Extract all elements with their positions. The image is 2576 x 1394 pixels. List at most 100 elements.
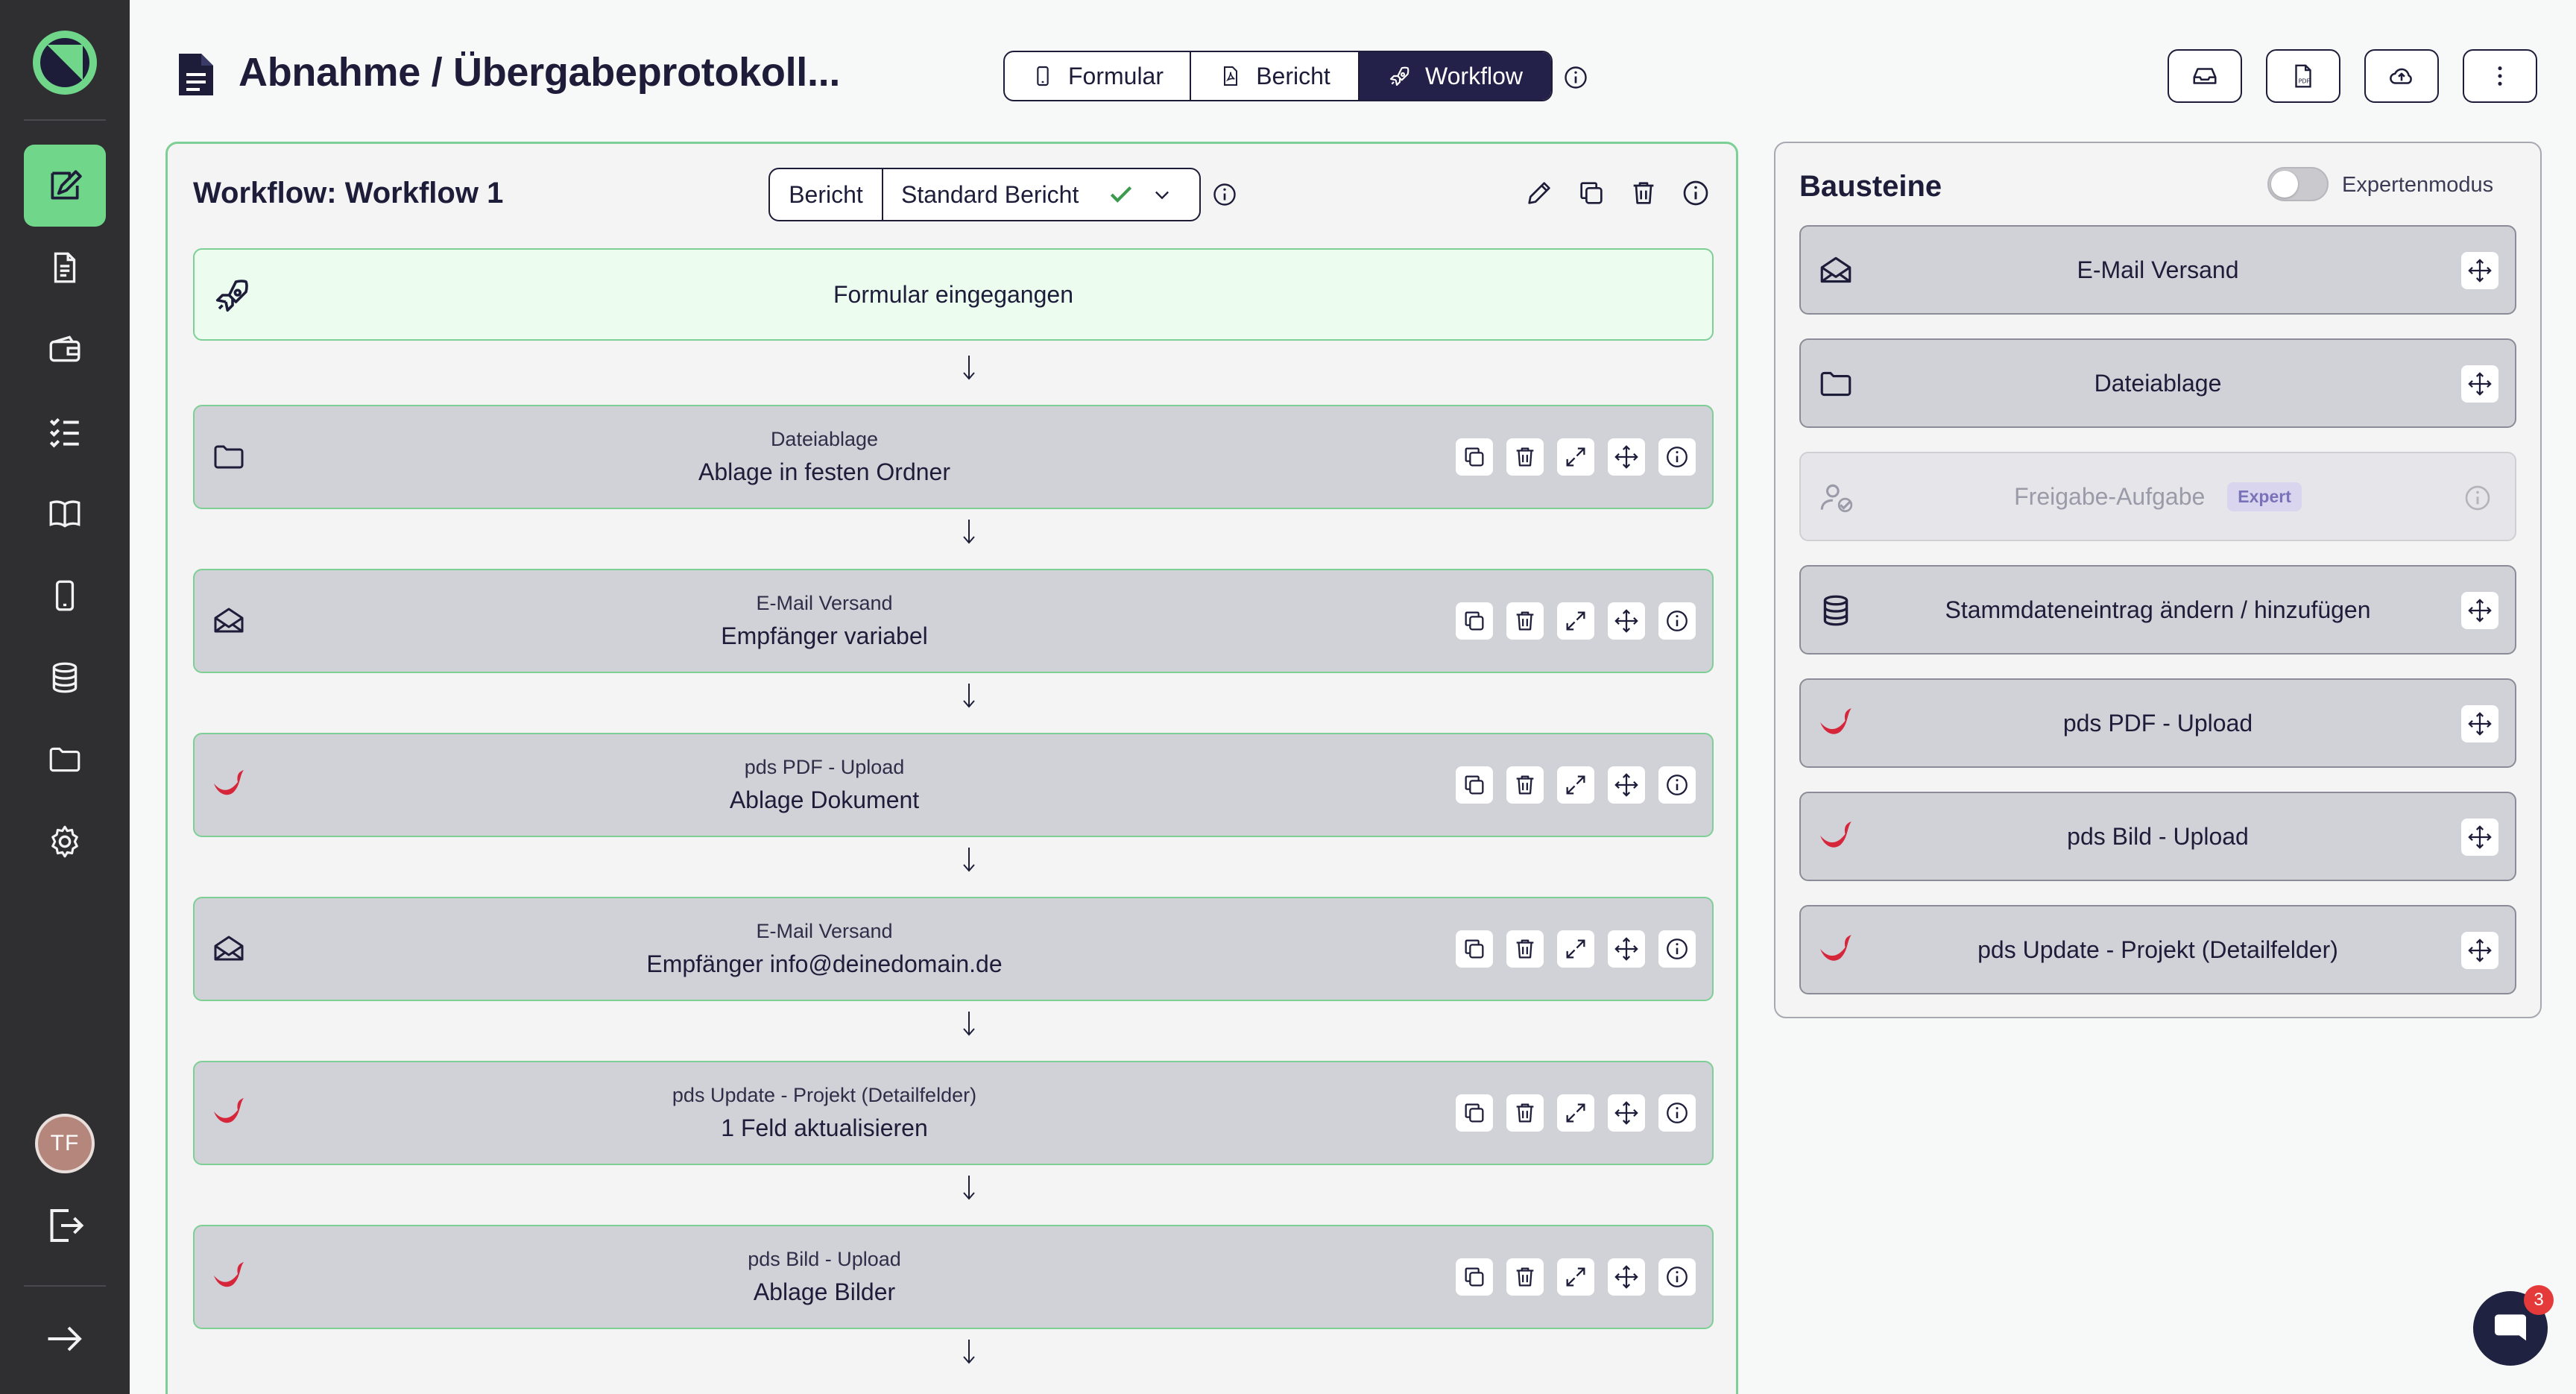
copy-button[interactable] (1456, 1258, 1493, 1296)
view-tabs: Formular Bericht Workflow (1003, 51, 1553, 101)
report-value: Standard Bericht (901, 180, 1079, 208)
inbox-button[interactable] (2168, 49, 2242, 103)
trash-icon[interactable] (1629, 178, 1658, 208)
sidebar-item-library[interactable] (24, 473, 106, 555)
move-icon (2467, 258, 2493, 283)
info-button[interactable] (1658, 1258, 1696, 1296)
drag-handle[interactable] (2461, 252, 2498, 289)
tab-formular[interactable]: Formular (1005, 52, 1191, 100)
delete-button[interactable] (1506, 930, 1544, 968)
info-icon[interactable] (1211, 181, 1238, 208)
logout-icon[interactable] (42, 1203, 87, 1248)
info-icon[interactable] (1562, 64, 1589, 91)
drag-handle[interactable] (2461, 592, 2498, 629)
info-button[interactable] (1658, 1094, 1696, 1132)
tab-label: Workflow (1425, 62, 1523, 89)
copy-icon (1462, 1264, 1487, 1290)
baustein-label: Freigabe-Aufgabe (2014, 482, 2206, 510)
baustein-email[interactable]: E-Mail Versand (1799, 225, 2516, 315)
workflow-step[interactable]: Dateiablage Ablage in festen Ordner (193, 405, 1714, 509)
bausteine-title: Bausteine (1799, 170, 1942, 203)
drag-handle[interactable] (2461, 705, 2498, 742)
sidebar-item-forms[interactable] (24, 145, 106, 227)
rocket-icon (1388, 64, 1412, 88)
expand-button[interactable] (1557, 766, 1594, 804)
workflow-step[interactable]: pds Bild - Upload Ablage Bilder (193, 1225, 1714, 1329)
copy-button[interactable] (1456, 438, 1493, 476)
page-title: Abnahme / Übergabeprotokoll... (239, 50, 841, 95)
move-handle[interactable] (1608, 930, 1645, 968)
baustein-label: pds PDF - Upload (2062, 709, 2253, 737)
cloud-upload-button[interactable] (2364, 49, 2439, 103)
workflow-panel: Workflow: Workflow 1 Bericht Standard Be… (165, 142, 1738, 1394)
info-button[interactable] (1658, 766, 1696, 804)
move-handle[interactable] (1608, 602, 1645, 640)
sidebar-item-wallet[interactable] (24, 309, 106, 391)
delete-button[interactable] (1506, 438, 1544, 476)
copy-button[interactable] (1456, 930, 1493, 968)
info-button[interactable] (1658, 438, 1696, 476)
baustein-dateiablage[interactable]: Dateiablage (1799, 338, 2516, 428)
tab-bericht[interactable]: Bericht (1191, 52, 1360, 100)
app-logo-icon[interactable] (31, 28, 99, 97)
info-button[interactable] (1658, 602, 1696, 640)
delete-button[interactable] (1506, 602, 1544, 640)
move-handle[interactable] (1608, 1094, 1645, 1132)
step-actions (1456, 1258, 1696, 1296)
sidebar-item-tasks[interactable] (24, 391, 106, 473)
expand-button[interactable] (1557, 438, 1594, 476)
info-icon[interactable] (2463, 483, 2493, 513)
sidebar-item-files[interactable] (24, 719, 106, 801)
step-name: Ablage in festen Ordner (698, 458, 950, 485)
info-button[interactable] (1658, 930, 1696, 968)
sidebar-item-documents[interactable] (24, 227, 106, 309)
expand-button[interactable] (1557, 602, 1594, 640)
baustein-pds-bild[interactable]: pds Bild - Upload (1799, 792, 2516, 881)
sidebar-item-database[interactable] (24, 637, 106, 719)
report-label: Bericht (770, 169, 883, 220)
pdf-export-button[interactable]: PDF (2266, 49, 2340, 103)
report-dropdown[interactable]: Standard Bericht (883, 169, 1199, 220)
delete-button[interactable] (1506, 1094, 1544, 1132)
expand-button[interactable] (1557, 1258, 1594, 1296)
workflow-step[interactable]: pds Update - Projekt (Detailfelder) 1 Fe… (193, 1061, 1714, 1165)
trash-icon (1512, 936, 1538, 962)
tab-label: Bericht (1256, 62, 1330, 89)
expand-button[interactable] (1557, 930, 1594, 968)
expert-mode-toggle[interactable] (2267, 167, 2329, 201)
info-icon[interactable] (1681, 178, 1711, 208)
expand-button[interactable] (1557, 1094, 1594, 1132)
chevron-down-icon (1155, 191, 1169, 200)
tab-workflow[interactable]: Workflow (1360, 52, 1551, 100)
workflow-step[interactable]: E-Mail Versand Empfänger info@deinedomai… (193, 897, 1714, 1001)
move-handle[interactable] (1608, 766, 1645, 804)
baustein-stammdaten[interactable]: Stammdateneintrag ändern / hinzufügen (1799, 565, 2516, 655)
move-handle[interactable] (1608, 1258, 1645, 1296)
arrow-down-icon (958, 1337, 980, 1366)
move-icon (1614, 1100, 1639, 1126)
workflow-title: Workflow: Workflow 1 (193, 177, 504, 209)
move-handle[interactable] (1608, 438, 1645, 476)
copy-button[interactable] (1456, 766, 1493, 804)
delete-button[interactable] (1506, 1258, 1544, 1296)
user-avatar[interactable]: TF (35, 1114, 95, 1173)
more-button[interactable] (2463, 49, 2537, 103)
workflow-trigger[interactable]: Formular eingegangen (193, 248, 1714, 341)
copy-button[interactable] (1456, 1094, 1493, 1132)
workflow-step[interactable]: pds PDF - Upload Ablage Dokument (193, 733, 1714, 837)
baustein-pds-update[interactable]: pds Update - Projekt (Detailfelder) (1799, 905, 2516, 994)
sidebar-item-settings[interactable] (24, 801, 106, 883)
pencil-icon[interactable] (1524, 178, 1554, 208)
drag-handle[interactable] (2461, 932, 2498, 969)
copy-icon[interactable] (1576, 178, 1606, 208)
expert-mode-label: Expertenmodus (2342, 173, 2494, 197)
workflow-step[interactable]: E-Mail Versand Empfänger variabel (193, 569, 1714, 673)
copy-button[interactable] (1456, 602, 1493, 640)
sidebar-bottom: TF (0, 1114, 130, 1394)
delete-button[interactable] (1506, 766, 1544, 804)
drag-handle[interactable] (2461, 365, 2498, 403)
drag-handle[interactable] (2461, 819, 2498, 856)
baustein-pds-pdf[interactable]: pds PDF - Upload (1799, 678, 2516, 768)
expand-sidebar-icon[interactable] (42, 1316, 87, 1361)
sidebar-item-app[interactable] (24, 555, 106, 637)
